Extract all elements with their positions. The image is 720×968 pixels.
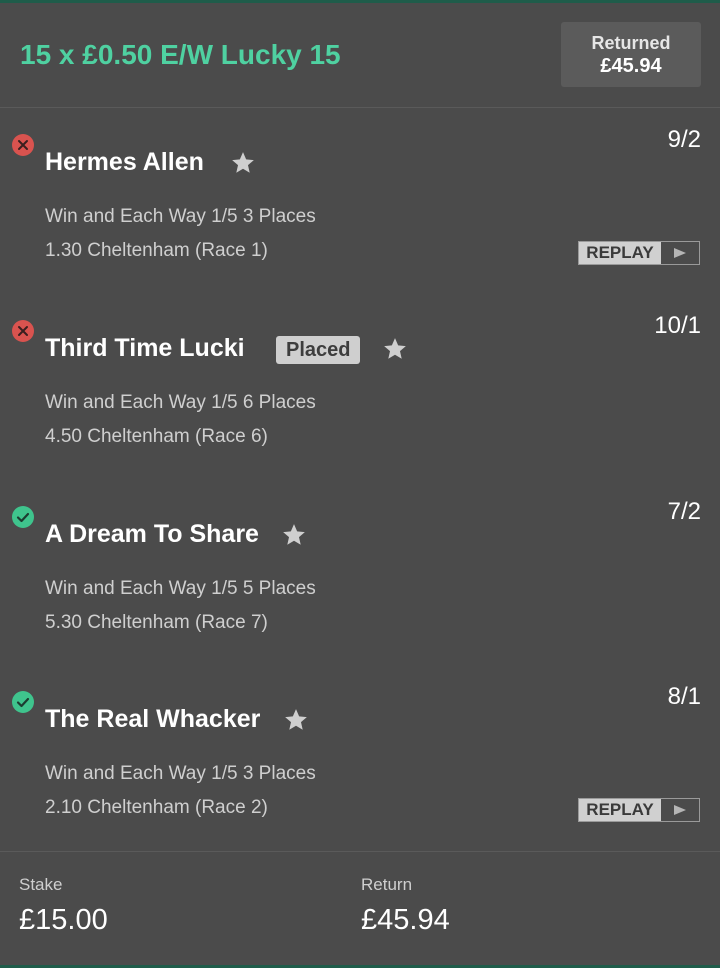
market-type: Win and Each Way 1/5 3 Places xyxy=(45,763,316,784)
selection-row: The Real Whacker 8/1 Win and Each Way 1/… xyxy=(0,683,720,871)
replay-label: REPLAY xyxy=(579,799,661,821)
bet-title: 15 x £0.50 E/W Lucky 15 xyxy=(20,39,341,70)
cross-circle-icon xyxy=(12,134,34,156)
runner-name: Third Time Lucki xyxy=(45,334,245,362)
play-triangle-icon xyxy=(661,799,699,821)
return-label: Return xyxy=(361,875,413,894)
odds: 9/2 xyxy=(667,126,701,153)
market-type: Win and Each Way 1/5 6 Places xyxy=(45,392,316,413)
returned-summary: Returned £45.94 xyxy=(561,22,701,87)
returned-label: Returned xyxy=(591,32,671,53)
selection-row: A Dream To Share 7/2 Win and Each Way 1/… xyxy=(0,498,720,686)
market-type: Win and Each Way 1/5 5 Places xyxy=(45,578,316,599)
placed-badge: Placed xyxy=(276,336,361,364)
event-name: 5.30 Cheltenham (Race 7) xyxy=(45,612,268,633)
odds: 8/1 xyxy=(667,683,701,710)
runner-name: A Dream To Share xyxy=(45,520,259,548)
return-value: £45.94 xyxy=(361,904,450,936)
replay-button[interactable]: REPLAY xyxy=(578,798,700,822)
stake-value: £15.00 xyxy=(19,904,108,936)
check-circle-icon xyxy=(12,691,34,713)
odds: 7/2 xyxy=(667,498,701,525)
cross-circle-icon xyxy=(12,320,34,342)
check-circle-icon xyxy=(12,506,34,528)
runner-name: The Real Whacker xyxy=(45,705,261,733)
returned-value: £45.94 xyxy=(600,54,662,77)
bet-header: 15 x £0.50 E/W Lucky 15 Returned £45.94 xyxy=(0,3,720,108)
event-name: 2.10 Cheltenham (Race 2) xyxy=(45,797,268,818)
selection-row: Third Time Lucki Placed 10/1 Win and Eac… xyxy=(0,312,720,500)
replay-button[interactable]: REPLAY xyxy=(578,241,700,265)
star-icon[interactable] xyxy=(283,707,309,733)
odds: 10/1 xyxy=(654,312,701,339)
stake-label: Stake xyxy=(19,875,63,894)
event-name: 1.30 Cheltenham (Race 1) xyxy=(45,240,268,261)
replay-label: REPLAY xyxy=(579,242,661,264)
runner-name: Hermes Allen xyxy=(45,148,204,176)
star-icon[interactable] xyxy=(382,336,408,362)
selection-row: Hermes Allen 9/2 Win and Each Way 1/5 3 … xyxy=(0,126,720,314)
bet-footer: Stake £15.00 Return £45.94 xyxy=(0,851,720,966)
star-icon[interactable] xyxy=(230,150,256,176)
market-type: Win and Each Way 1/5 3 Places xyxy=(45,206,316,227)
event-name: 4.50 Cheltenham (Race 6) xyxy=(45,426,268,447)
play-triangle-icon xyxy=(661,242,699,264)
star-icon[interactable] xyxy=(281,522,307,548)
